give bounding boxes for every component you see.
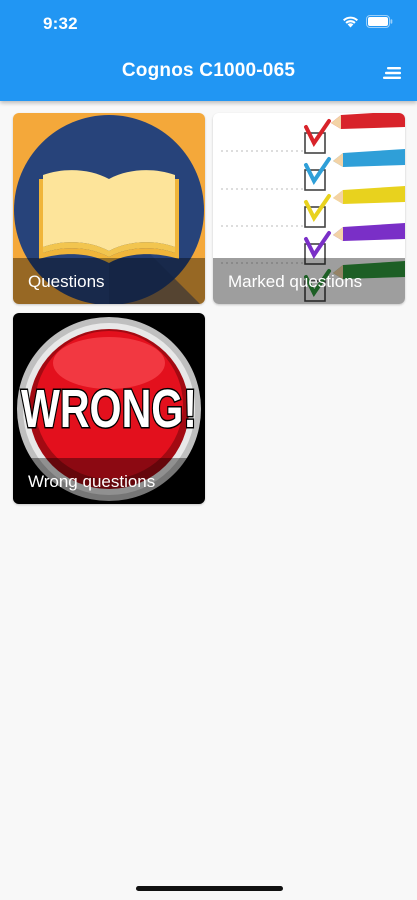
questions-tile[interactable]: Questions (13, 113, 205, 304)
app-bar: 9:32 Cognos C1000-065 (0, 0, 417, 101)
wrong-questions-tile[interactable]: WRONG! Wrong questions (13, 313, 205, 504)
marked-questions-tile-label: Marked questions (213, 258, 405, 304)
menu-button[interactable] (379, 60, 405, 86)
wrong-image-text: WRONG! (21, 379, 197, 439)
wifi-icon (343, 16, 358, 28)
marked-questions-tile[interactable]: Marked questions (213, 113, 405, 304)
questions-tile-label: Questions (13, 258, 205, 304)
status-bar: 9:32 (0, 0, 417, 46)
status-icons (342, 15, 393, 28)
wrong-questions-tile-label: Wrong questions (13, 458, 205, 504)
app-title: Cognos C1000-065 (121, 60, 296, 81)
menu-icon (383, 67, 401, 79)
battery-icon (366, 15, 393, 28)
home-indicator[interactable] (136, 886, 283, 891)
status-time: 9:32 (43, 14, 78, 33)
